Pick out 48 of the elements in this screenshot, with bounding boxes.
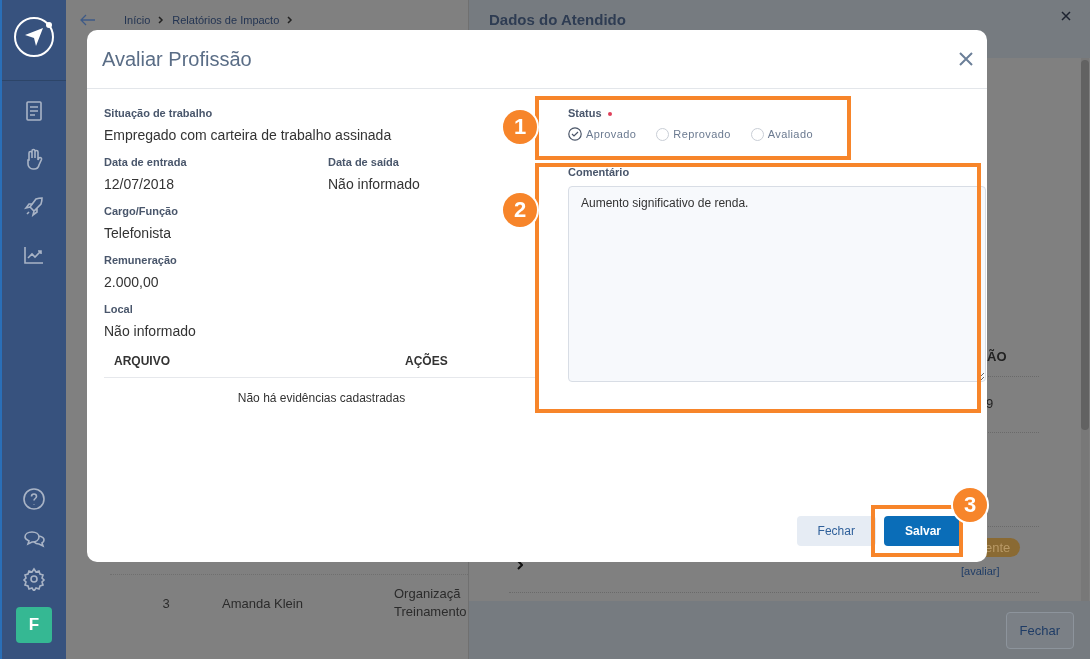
field-label: Situação de trabalho: [104, 107, 213, 119]
table-cell: Organizaçã Treinamento: [394, 586, 467, 619]
radio-option[interactable]: Reprovado: [656, 127, 731, 141]
radio-option[interactable]: Aprovado: [568, 127, 637, 141]
dialog-title: Avaliar Profissão: [102, 47, 252, 71]
field-value: 2.000,00: [104, 274, 159, 290]
field-label: Comentário: [568, 166, 631, 178]
evaluate-link[interactable]: [avaliar]: [961, 565, 1000, 577]
field-value: Não informado: [328, 176, 420, 192]
table-cell: 9: [986, 396, 994, 411]
rocket-icon[interactable]: [22, 195, 46, 219]
empty-message: Não há evidências cadastradas: [237, 391, 406, 405]
column-header: ÃO: [987, 349, 1007, 364]
breadcrumb-link[interactable]: Relatórios de Impacto: [172, 14, 280, 26]
close-icon[interactable]: [1061, 11, 1071, 21]
step-number: 2: [501, 191, 539, 229]
field-label: Data de saída: [328, 156, 399, 168]
close-button[interactable]: Fechar: [1005, 611, 1074, 649]
save-button[interactable]: Salvar: [883, 516, 962, 546]
breadcrumb-link[interactable]: Início: [124, 14, 151, 26]
field-label: Status: [568, 107, 602, 119]
field-value: Empregado com carteira de trabalho assinada: [104, 127, 392, 143]
scrollbar-thumb[interactable]: [1081, 60, 1089, 430]
checked-radio-icon[interactable]: [568, 127, 582, 141]
help-icon[interactable]: [22, 487, 46, 511]
field-value: 12/07/2018: [104, 176, 175, 192]
field-label: Data de entrada: [104, 156, 187, 168]
table-cell: 3: [162, 595, 170, 611]
column-header: ARQUIVO: [114, 354, 171, 368]
comment-field[interactable]: Aumento significativo de renda.: [568, 186, 986, 382]
column-header: AÇÕES: [405, 354, 449, 368]
field-label: Remuneração: [104, 254, 177, 266]
field-value: Não informado: [104, 323, 196, 339]
table-cell: Amanda Klein: [222, 595, 303, 611]
user-avatar[interactable]: F: [16, 607, 52, 643]
settings-icon[interactable]: [22, 567, 46, 591]
step-number: 1: [501, 108, 539, 146]
cancel-button[interactable]: Fechar: [796, 516, 876, 546]
step-number: 3: [951, 486, 989, 524]
chevron-icon: [158, 16, 165, 24]
close-button[interactable]: [959, 52, 973, 66]
field-label: Cargo/Função: [104, 205, 178, 217]
chevron-icon: [287, 16, 294, 24]
field-label: Local: [104, 303, 133, 315]
field-value: Telefonista: [104, 225, 171, 241]
panel-title: Dados do Atendido: [489, 11, 626, 28]
radio-option[interactable]: Avaliado: [750, 127, 813, 141]
logo-icon[interactable]: [13, 16, 55, 58]
